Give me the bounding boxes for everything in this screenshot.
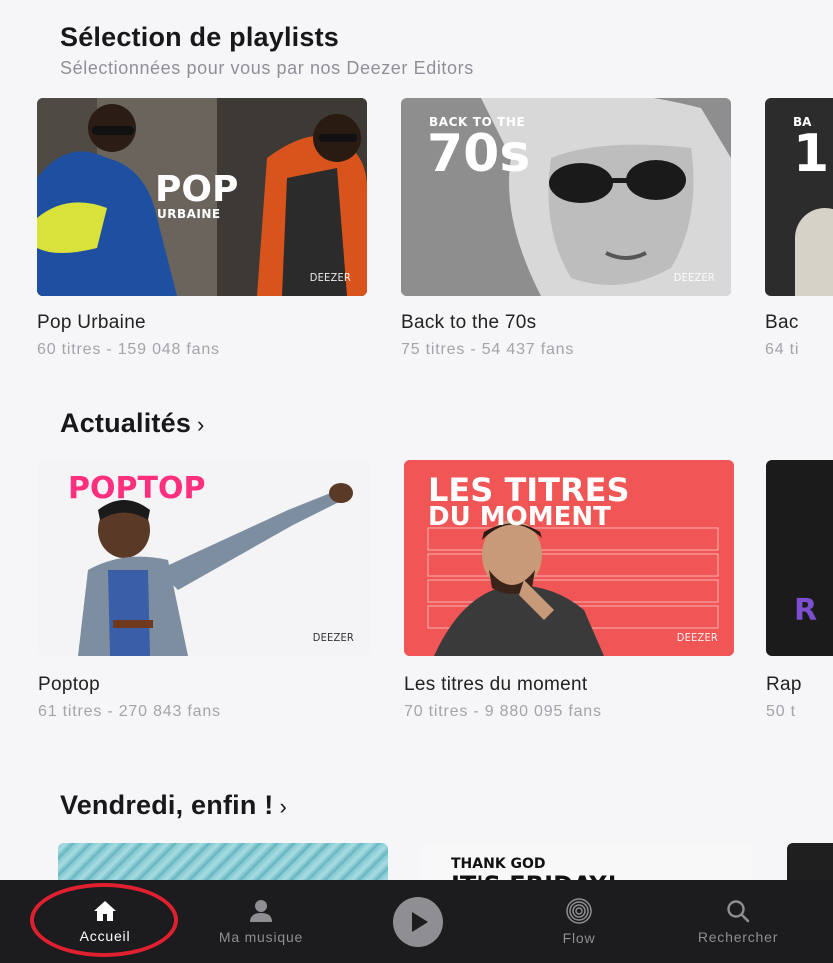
playlist-card-vendredi-1[interactable] — [58, 843, 388, 883]
nav-label: Rechercher — [697, 928, 779, 945]
playlist-meta: 50 t — [766, 703, 796, 720]
playlist-card-vendredi-2[interactable]: THANK GOD IT'S FRIDAY! — [421, 843, 753, 883]
home-icon — [94, 900, 116, 921]
section-title-vendredi[interactable]: Vendredi, enfin ! › — [60, 790, 287, 821]
nav-label: Accueil — [79, 927, 131, 944]
flow-icon — [566, 897, 592, 924]
cover-text-partial-2: 1 — [793, 124, 830, 184]
playlist-card-rap-partial[interactable]: R Rap 50 t — [766, 460, 833, 722]
playlist-card-vendredi-3[interactable] — [787, 843, 833, 883]
playlist-cover-back-to-70s: BACK TO THE 70s DEEZER — [401, 98, 731, 296]
nav-item-play[interactable] — [378, 880, 458, 963]
section-subtitle-playlists: Sélectionnées pour vous par nos Deezer E… — [60, 58, 474, 78]
play-icon — [393, 896, 443, 947]
playlist-card-poptop[interactable]: POPTOP DEEZER Poptop 61 titres - 270 843… — [38, 460, 370, 722]
playlist-cover-vendredi-3 — [787, 843, 833, 883]
cover-text-urbaine: URBAINE — [157, 207, 221, 221]
user-icon — [250, 899, 272, 922]
playlist-title: Pop Urbaine — [37, 312, 146, 333]
deezer-logo: DEEZER — [676, 631, 718, 644]
playlist-meta: 70 titres - 9 880 095 fans — [404, 703, 602, 720]
playlist-card-back-to-70s[interactable]: BACK TO THE 70s DEEZER Back to the 70s 7… — [401, 98, 731, 358]
playlist-cover-titres-du-moment: LES TITRES DU MOMENT DEEZER — [404, 460, 734, 656]
home-screen: Sélection de playlists Sélectionnées pou… — [0, 0, 833, 963]
playlist-title: Back to the 70s — [401, 312, 537, 333]
playlist-title: Bac — [765, 312, 799, 333]
playlist-meta: 75 titres - 54 437 fans — [401, 341, 575, 358]
playlist-title: Rap — [766, 674, 802, 695]
deezer-logo: DEEZER — [312, 631, 354, 644]
section-title-playlists: Sélection de playlists — [60, 22, 340, 52]
cover-text-pop: POP — [155, 169, 239, 210]
nav-item-ma-musique[interactable]: Ma musique — [196, 880, 326, 963]
deezer-logo: DEEZER — [309, 271, 351, 284]
playlist-cover-vendredi-1 — [58, 843, 388, 883]
playlist-card-partial[interactable]: BA 1 Bac 64 ti — [765, 98, 833, 358]
playlist-card-titres-du-moment[interactable]: LES TITRES DU MOMENT DEEZER Les titres d… — [404, 460, 734, 722]
playlist-meta: 64 ti — [765, 341, 800, 358]
cover-text-du-moment: DU MOMENT — [428, 502, 611, 532]
playlist-cover-poptop: POPTOP DEEZER — [38, 460, 370, 656]
playlist-title: Poptop — [38, 674, 101, 695]
playlist-meta: 61 titres - 270 843 fans — [38, 703, 221, 720]
cover-art-partial — [795, 208, 833, 296]
chevron-right-icon: › — [279, 794, 287, 819]
nav-label: Ma musique — [218, 928, 304, 945]
playlist-title: Les titres du moment — [404, 674, 588, 695]
playlist-cover-partial: BA 1 — [765, 98, 833, 296]
playlist-cover-vendredi-2: THANK GOD IT'S FRIDAY! — [421, 843, 753, 883]
playlist-cover-pop-urbaine: POP URBAINE DEEZER — [37, 98, 367, 296]
section-title-text: Actualités — [60, 408, 192, 438]
cover-text-thank-god: THANK GOD — [451, 856, 546, 872]
search-icon — [727, 899, 750, 922]
playlist-cover-rap: R — [766, 460, 833, 656]
chevron-right-icon: › — [197, 412, 205, 437]
cover-text-poptop: POPTOP — [68, 471, 206, 506]
section-title-actualites[interactable]: Actualités › — [60, 408, 205, 439]
section-title-text: Vendredi, enfin ! — [60, 790, 274, 820]
playlist-meta: 60 titres - 159 048 fans — [37, 341, 220, 358]
nav-item-rechercher[interactable]: Rechercher — [676, 880, 800, 963]
bottom-nav-bar: Accueil Ma musique Flow Rechercher — [0, 880, 833, 963]
nav-item-accueil[interactable]: Accueil — [45, 880, 165, 963]
deezer-logo: DEEZER — [673, 271, 715, 284]
playlist-card-pop-urbaine[interactable]: POP URBAINE DEEZER Pop Urbaine 60 titres… — [37, 98, 367, 358]
cover-text-rap: R — [794, 593, 818, 628]
nav-item-flow[interactable]: Flow — [534, 880, 624, 963]
nav-label: Flow — [562, 929, 596, 946]
cover-text-70s: 70s — [427, 124, 531, 184]
